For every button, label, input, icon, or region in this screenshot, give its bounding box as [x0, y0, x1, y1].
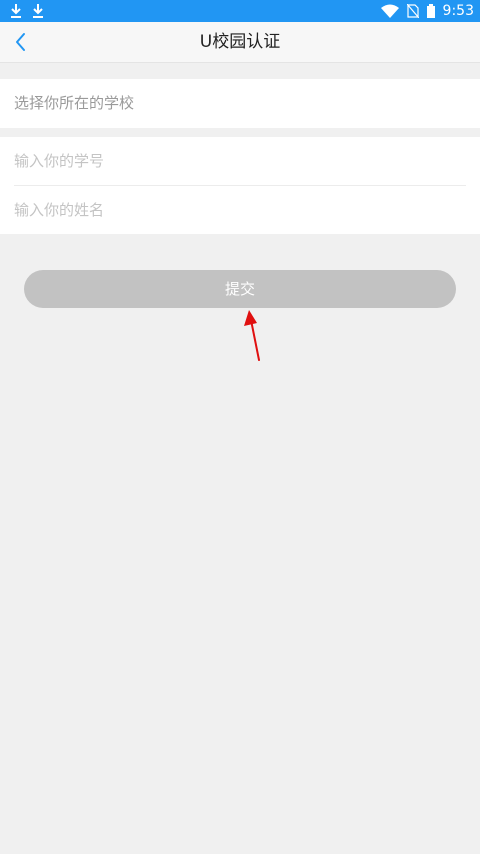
school-select-row[interactable]: 选择你所在的学校 — [0, 79, 480, 128]
battery-icon — [426, 4, 435, 18]
back-button[interactable] — [10, 30, 34, 54]
student-id-input[interactable] — [14, 137, 454, 185]
nav-bar: U校园认证 — [0, 22, 480, 63]
page-title: U校园认证 — [199, 32, 281, 52]
wifi-icon — [380, 4, 399, 18]
chevron-left-icon — [16, 33, 25, 51]
student-info-section — [0, 137, 480, 234]
status-right-icons: 9:53 — [380, 0, 474, 22]
red-arrow-icon — [244, 310, 260, 361]
school-select-label: 选择你所在的学校 — [14, 94, 135, 112]
name-input[interactable] — [14, 186, 454, 234]
download-icon — [33, 4, 43, 18]
status-left-icons — [10, 2, 44, 20]
student-id-row — [0, 137, 480, 186]
status-time: 9:53 — [442, 3, 474, 19]
status-bar: 9:53 — [0, 0, 480, 22]
submit-button[interactable]: 提交 — [24, 270, 456, 308]
download-icon — [11, 4, 21, 18]
no-sim-icon — [406, 4, 419, 18]
name-row — [0, 186, 480, 234]
